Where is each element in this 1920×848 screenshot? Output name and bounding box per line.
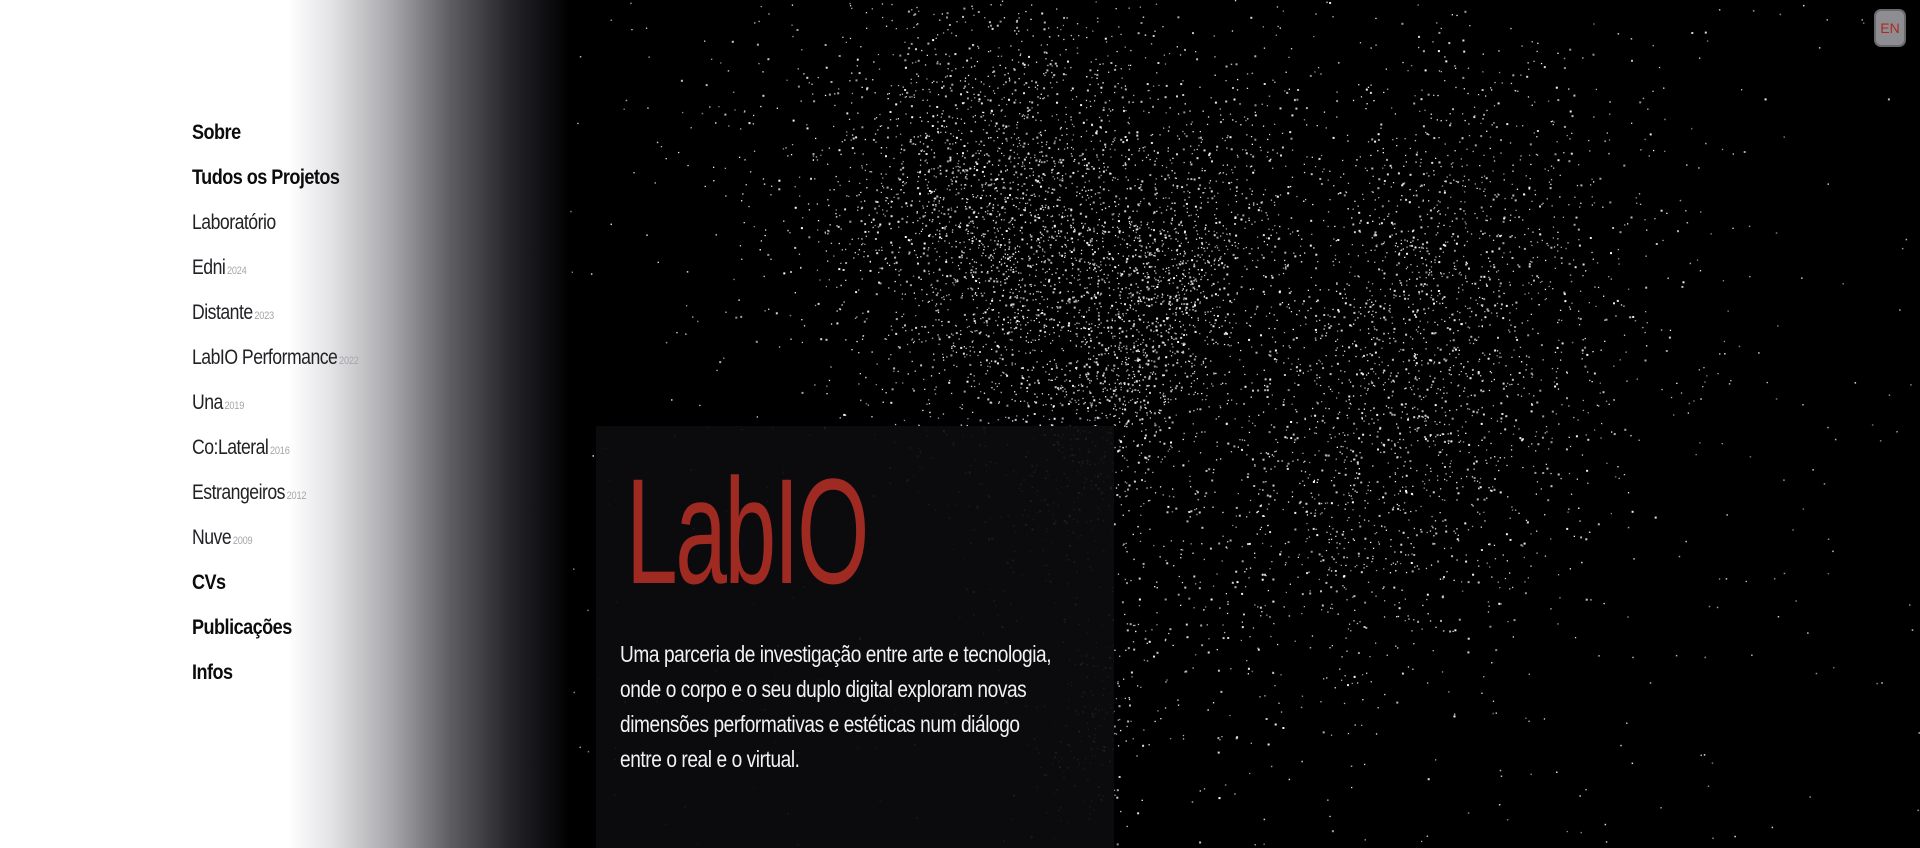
nav-item-label[interactable]: Publicações [192, 611, 292, 645]
nav-item-label[interactable]: Laboratório [192, 206, 276, 240]
nav-item-link[interactable]: Estrangeiros 2012 [192, 476, 306, 513]
nav-item-link[interactable]: Distante 2023 [192, 296, 274, 333]
hero-description-line: entre o real e o virtual. [620, 746, 800, 772]
nav-item-label[interactable]: Sobre [192, 116, 241, 150]
nav-item-year: 2019 [224, 400, 245, 412]
nav-item-una[interactable]: Una 2019 [192, 386, 390, 431]
hero-title: LabIO [626, 447, 869, 615]
nav-item-sobre[interactable]: Sobre [192, 116, 390, 161]
nav-item-nuve[interactable]: Nuve 2009 [192, 521, 390, 566]
left-navigation-panel: Sobre Tudos os Projetos Laboratório Edni… [0, 0, 570, 848]
nav-item-link[interactable]: Nuve 2009 [192, 521, 253, 558]
nav-item-cvs[interactable]: CVs [192, 566, 390, 611]
nav-item-label: Una [192, 391, 223, 414]
nav-item-label: Edni [192, 256, 226, 279]
hero-description-line: dimensões performativas e estéticas num … [620, 711, 1020, 737]
nav-item-estrangeiros[interactable]: Estrangeiros 2012 [192, 476, 390, 521]
nav-item-year: 2009 [232, 535, 253, 547]
nav-item-label: Estrangeiros [192, 481, 285, 504]
nav-item-label[interactable]: CVs [192, 566, 226, 600]
nav-item-co-lateral[interactable]: Co:Lateral 2016 [192, 431, 390, 476]
page: Sobre Tudos os Projetos Laboratório Edni… [0, 0, 1920, 848]
nav-item-distante[interactable]: Distante 2023 [192, 296, 390, 341]
nav-item-label: Distante [192, 301, 253, 324]
nav-item-link[interactable]: LabIO Performance 2022 [192, 341, 359, 378]
nav-item-edni[interactable]: Edni 2024 [192, 251, 390, 296]
nav-item-year: 2012 [286, 490, 307, 502]
nav-item-link[interactable]: Una 2019 [192, 386, 244, 423]
nav-item-year: 2024 [226, 265, 247, 277]
nav-item-label[interactable]: Infos [192, 656, 233, 690]
nav-item-label: Nuve [192, 526, 232, 549]
nav-item-infos[interactable]: Infos [192, 656, 390, 701]
nav-item-laboratorio[interactable]: Laboratório [192, 206, 390, 251]
hero-description-line: Uma parceria de investigação entre arte … [620, 641, 1052, 667]
nav-item-label: Co:Lateral [192, 436, 269, 459]
language-toggle-button[interactable]: EN [1874, 9, 1906, 47]
hero-description: Uma parceria de investigação entre arte … [620, 637, 1085, 777]
nav-item-label: LabIO Performance [192, 346, 338, 369]
nav-item-year: 2023 [254, 310, 274, 322]
nav-item-tudos-os-projetos[interactable]: Tudos os Projetos [192, 161, 390, 206]
hero-description-line: onde o corpo e o seu duplo digital explo… [620, 676, 1027, 702]
nav-item-labio-performance[interactable]: LabIO Performance 2022 [192, 341, 390, 386]
nav-item-publicacoes[interactable]: Publicações [192, 611, 390, 656]
nav-item-year: 2022 [339, 355, 359, 367]
nav-item-link[interactable]: Edni 2024 [192, 251, 247, 288]
nav-item-year: 2016 [270, 445, 290, 457]
nav-item-label[interactable]: Tudos os Projetos [192, 161, 340, 195]
nav-item-link[interactable]: Co:Lateral 2016 [192, 431, 290, 468]
main-navigation: Sobre Tudos os Projetos Laboratório Edni… [192, 116, 390, 701]
